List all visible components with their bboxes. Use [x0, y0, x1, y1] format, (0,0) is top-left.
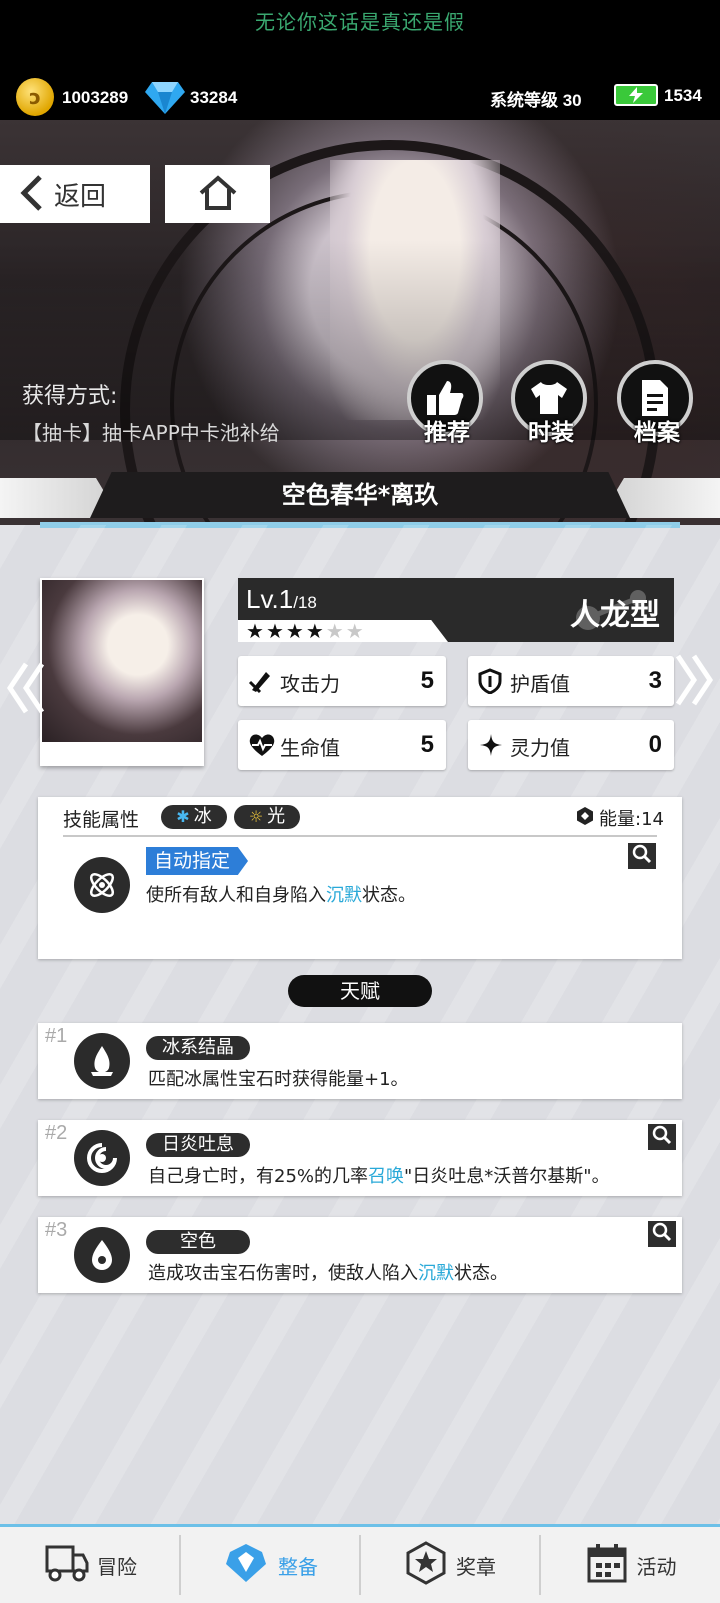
level-banner: Lv.1/18 ★★★★★★ 人龙型	[238, 578, 674, 642]
hp-label: 生命值	[280, 736, 340, 760]
character-name: 空色春华*离玖	[90, 472, 630, 518]
sparkle-icon	[478, 732, 504, 762]
heart-icon	[248, 732, 276, 762]
skill-icon	[74, 857, 130, 913]
magnifier-icon	[652, 1125, 672, 1149]
talent-name: 冰系结晶	[146, 1036, 250, 1060]
talent-number: #1	[45, 1025, 68, 1047]
tab-label: 活动	[636, 1554, 677, 1579]
star-empty-icon: ★	[345, 619, 366, 643]
talent-detail-button[interactable]	[648, 1221, 676, 1247]
attack-icon	[248, 668, 274, 698]
coin-icon: ɔ	[16, 78, 54, 116]
skill-energy: 能量:14	[575, 805, 664, 831]
talent-card: #3 空色 造成攻击宝石伤害时，使敌人陷入沉默状态。	[38, 1217, 682, 1293]
star-filled-icon: ★	[305, 619, 326, 643]
talent-description: 自己身亡时，有25%的几率召唤"日炎吐息*沃普尔基斯"。	[148, 1166, 610, 1187]
acquire-source: 【抽卡】抽卡APP中卡池补给	[22, 421, 280, 445]
skill-detail-button[interactable]	[628, 843, 656, 869]
star-empty-icon: ★	[325, 619, 346, 643]
character-card[interactable]	[40, 578, 204, 766]
costume-label: 时装	[528, 420, 574, 446]
truck-icon	[43, 1541, 89, 1590]
spirit-value: 0	[648, 731, 662, 758]
flame-swirl-icon	[74, 1130, 130, 1186]
character-type: 人龙型	[570, 598, 660, 633]
star-filled-icon: ★	[285, 619, 306, 643]
back-button[interactable]: 返回	[0, 165, 150, 223]
talent-card: #1 冰系结晶 匹配冰属性宝石时获得能量+1。	[38, 1023, 682, 1099]
chevron-left-icon	[18, 173, 44, 216]
talent-description: 匹配冰属性宝石时获得能量+1。	[148, 1069, 409, 1090]
system-level: 系统等级 30	[490, 91, 582, 110]
element-ice-badge: ✱ 冰	[161, 805, 227, 829]
star-rating: ★★★★★★	[246, 620, 366, 642]
level-max: /18	[293, 593, 317, 612]
star-filled-icon: ★	[265, 619, 286, 643]
skill-tag: 自动指定	[146, 847, 249, 875]
stat-attack: 攻击力 5	[238, 656, 446, 706]
magnifier-icon	[632, 844, 652, 868]
energy-icon	[614, 84, 658, 106]
diamond-icon	[144, 80, 186, 120]
shield-icon	[478, 668, 502, 698]
attack-label: 攻击力	[280, 672, 340, 696]
calendar-icon	[585, 1541, 629, 1590]
talent-header: 天赋	[288, 975, 432, 1007]
tab-label: 奖章	[456, 1554, 496, 1579]
home-button[interactable]	[165, 165, 270, 223]
energy-count: 1534	[664, 86, 702, 105]
crystal-icon	[74, 1033, 130, 1089]
bottom-nav: 冒险 整备 奖章 活动	[0, 1524, 720, 1603]
diamond-count: 33284	[190, 88, 238, 107]
shield-label: 护盾值	[510, 672, 570, 696]
medal-icon	[404, 1540, 448, 1590]
talent-description: 造成攻击宝石伤害时，使敌人陷入沉默状态。	[148, 1263, 508, 1284]
tab-label: 整备	[278, 1554, 318, 1579]
sun-icon: ☼	[248, 807, 264, 826]
talent-number: #2	[45, 1122, 68, 1144]
energy-hexagon-icon	[575, 806, 595, 831]
skill-description: 使所有敌人和自身陷入沉默状态。	[146, 885, 416, 906]
gear-icon	[222, 1542, 270, 1589]
tab-events[interactable]: 活动	[541, 1527, 720, 1603]
tab-label: 冒险	[97, 1554, 137, 1579]
star-filled-icon: ★	[246, 619, 266, 643]
talent-name: 日炎吐息	[146, 1133, 250, 1157]
acquire-label: 获得方式:	[22, 384, 118, 409]
talent-card: #2 日炎吐息 自己身亡时，有25%的几率召唤"日炎吐息*沃普尔基斯"。	[38, 1120, 682, 1196]
talent-name: 空色	[146, 1230, 250, 1254]
hp-value: 5	[420, 731, 434, 758]
coin-count: 1003289	[62, 88, 129, 107]
next-arrow-button[interactable]	[672, 652, 716, 712]
stat-spirit: 灵力值 0	[468, 720, 674, 770]
skill-panel: 技能属性 ✱ 冰 ☼ 光 能量:14 自动指定 使所有敌人和自身陷入沉默状态。	[38, 797, 682, 959]
marquee-text: 无论你这话是真还是假	[255, 10, 465, 34]
talent-detail-button[interactable]	[648, 1124, 676, 1150]
stat-shield: 护盾值 3	[468, 656, 674, 706]
tab-medals[interactable]: 奖章	[361, 1527, 539, 1603]
tab-adventure[interactable]: 冒险	[0, 1527, 180, 1603]
tab-maintenance[interactable]: 整备	[181, 1527, 359, 1603]
home-icon	[198, 174, 238, 214]
element-light-badge: ☼ 光	[234, 805, 300, 829]
snowflake-icon: ✱	[176, 807, 190, 826]
skill-title: 技能属性	[63, 809, 140, 831]
level-value: Lv.1	[246, 584, 294, 614]
stat-hp: 生命值 5	[238, 720, 446, 770]
droplet-icon	[74, 1227, 130, 1283]
archive-label: 档案	[634, 420, 680, 446]
magnifier-icon	[652, 1222, 672, 1246]
spirit-label: 灵力值	[510, 736, 570, 760]
shield-value: 3	[648, 667, 662, 694]
back-label: 返回	[54, 180, 107, 211]
character-portrait	[42, 580, 202, 742]
talent-number: #3	[45, 1219, 68, 1241]
attack-value: 5	[420, 667, 434, 694]
recommend-label: 推荐	[424, 420, 470, 446]
prev-arrow-button[interactable]	[4, 660, 48, 720]
